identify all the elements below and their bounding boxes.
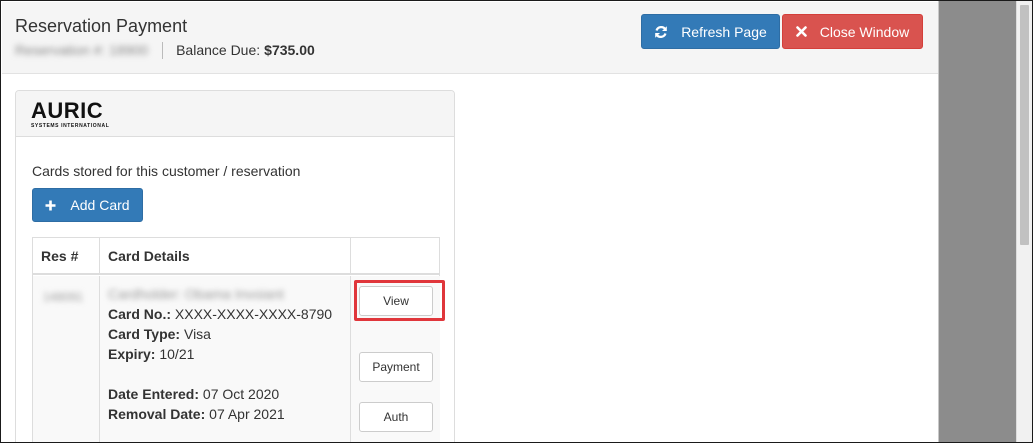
card-number-line: Card No.: XXXX-XXXX-XXXX-8790 [108,306,332,322]
auric-logo: AURIC SYSTEMS INTERNATIONAL [31,100,141,130]
cardholder-line: Cardholder: Obama Invoiant [108,286,284,302]
scrollbar-thumb[interactable] [1020,5,1029,245]
card-panel: AURIC SYSTEMS INTERNATIONAL Cards stored… [15,90,455,442]
summary-divider [162,41,164,59]
expiry-value: 10/21 [159,346,195,362]
add-card-button[interactable]: Add Card [32,188,143,222]
modal-header: Reservation Payment Reservation #: 18900… [2,2,938,74]
removal-date-line: Removal Date: 07 Apr 2021 [108,406,285,422]
payment-button[interactable]: Payment [359,352,433,382]
column-header-actions [351,238,440,275]
column-header-res: Res # [33,238,100,275]
balance-label: Balance Due: [176,42,261,58]
plus-icon [45,200,56,210]
cell-card-details: Cardholder: Obama Invoiant Card No.: XXX… [100,276,351,442]
balance-value: $735.00 [264,42,315,58]
table-row: 148091 Cardholder: Obama Invoiant Card N… [33,276,445,442]
cards-table: Res # Card Details 148091 Cardholder: Ob… [32,237,445,442]
expiry-line: Expiry: 10/21 [108,346,194,362]
refresh-page-button[interactable]: Refresh Page [641,14,780,49]
page-title: Reservation Payment [15,16,188,36]
cell-res: 148091 [33,276,100,442]
page-frame: Reservation Payment Reservation #: 18900… [0,0,1033,443]
panel-heading: AURIC SYSTEMS INTERNATIONAL [16,91,454,137]
date-entered-label: Date Entered: [108,386,200,402]
view-card-button[interactable]: View [359,286,433,316]
card-type-line: Card Type: Visa [108,326,211,342]
payment-modal: Reservation Payment Reservation #: 18900… [2,2,938,442]
expiry-label: Expiry: [108,346,156,362]
cards-stored-label: Cards stored for this customer / reserva… [32,163,301,179]
column-header-card-details: Card Details [100,238,351,275]
reservation-summary: Reservation #: 18900 Balance Due: $735.0… [15,41,315,59]
logo-text: AURIC [31,98,104,123]
refresh-icon [655,25,667,38]
reservation-number: Reservation #: 18900 [15,42,149,58]
removal-date-value: 07 Apr 2021 [209,406,285,422]
res-number: 148091 [43,290,84,304]
card-number-label: Card No.: [108,306,171,322]
close-window-button[interactable]: Close Window [782,14,923,49]
add-card-label: Add Card [70,197,130,213]
card-number-value: XXXX-XXXX-XXXX-8790 [174,306,333,322]
date-entered-line: Date Entered: 07 Oct 2020 [108,386,279,402]
card-type-label: Card Type: [108,326,181,342]
page-scrollbar[interactable] [1016,1,1032,442]
auth-button[interactable]: Auth [359,402,433,432]
cell-actions: View Payment Auth [351,276,445,442]
close-icon [795,26,807,37]
refresh-page-label: Refresh Page [681,23,767,40]
logo-subtext: SYSTEMS INTERNATIONAL [31,123,110,129]
close-window-label: Close Window [819,23,910,40]
date-entered-value: 07 Oct 2020 [202,386,280,402]
card-type-value: Visa [183,326,211,342]
removal-date-label: Removal Date: [108,406,206,422]
